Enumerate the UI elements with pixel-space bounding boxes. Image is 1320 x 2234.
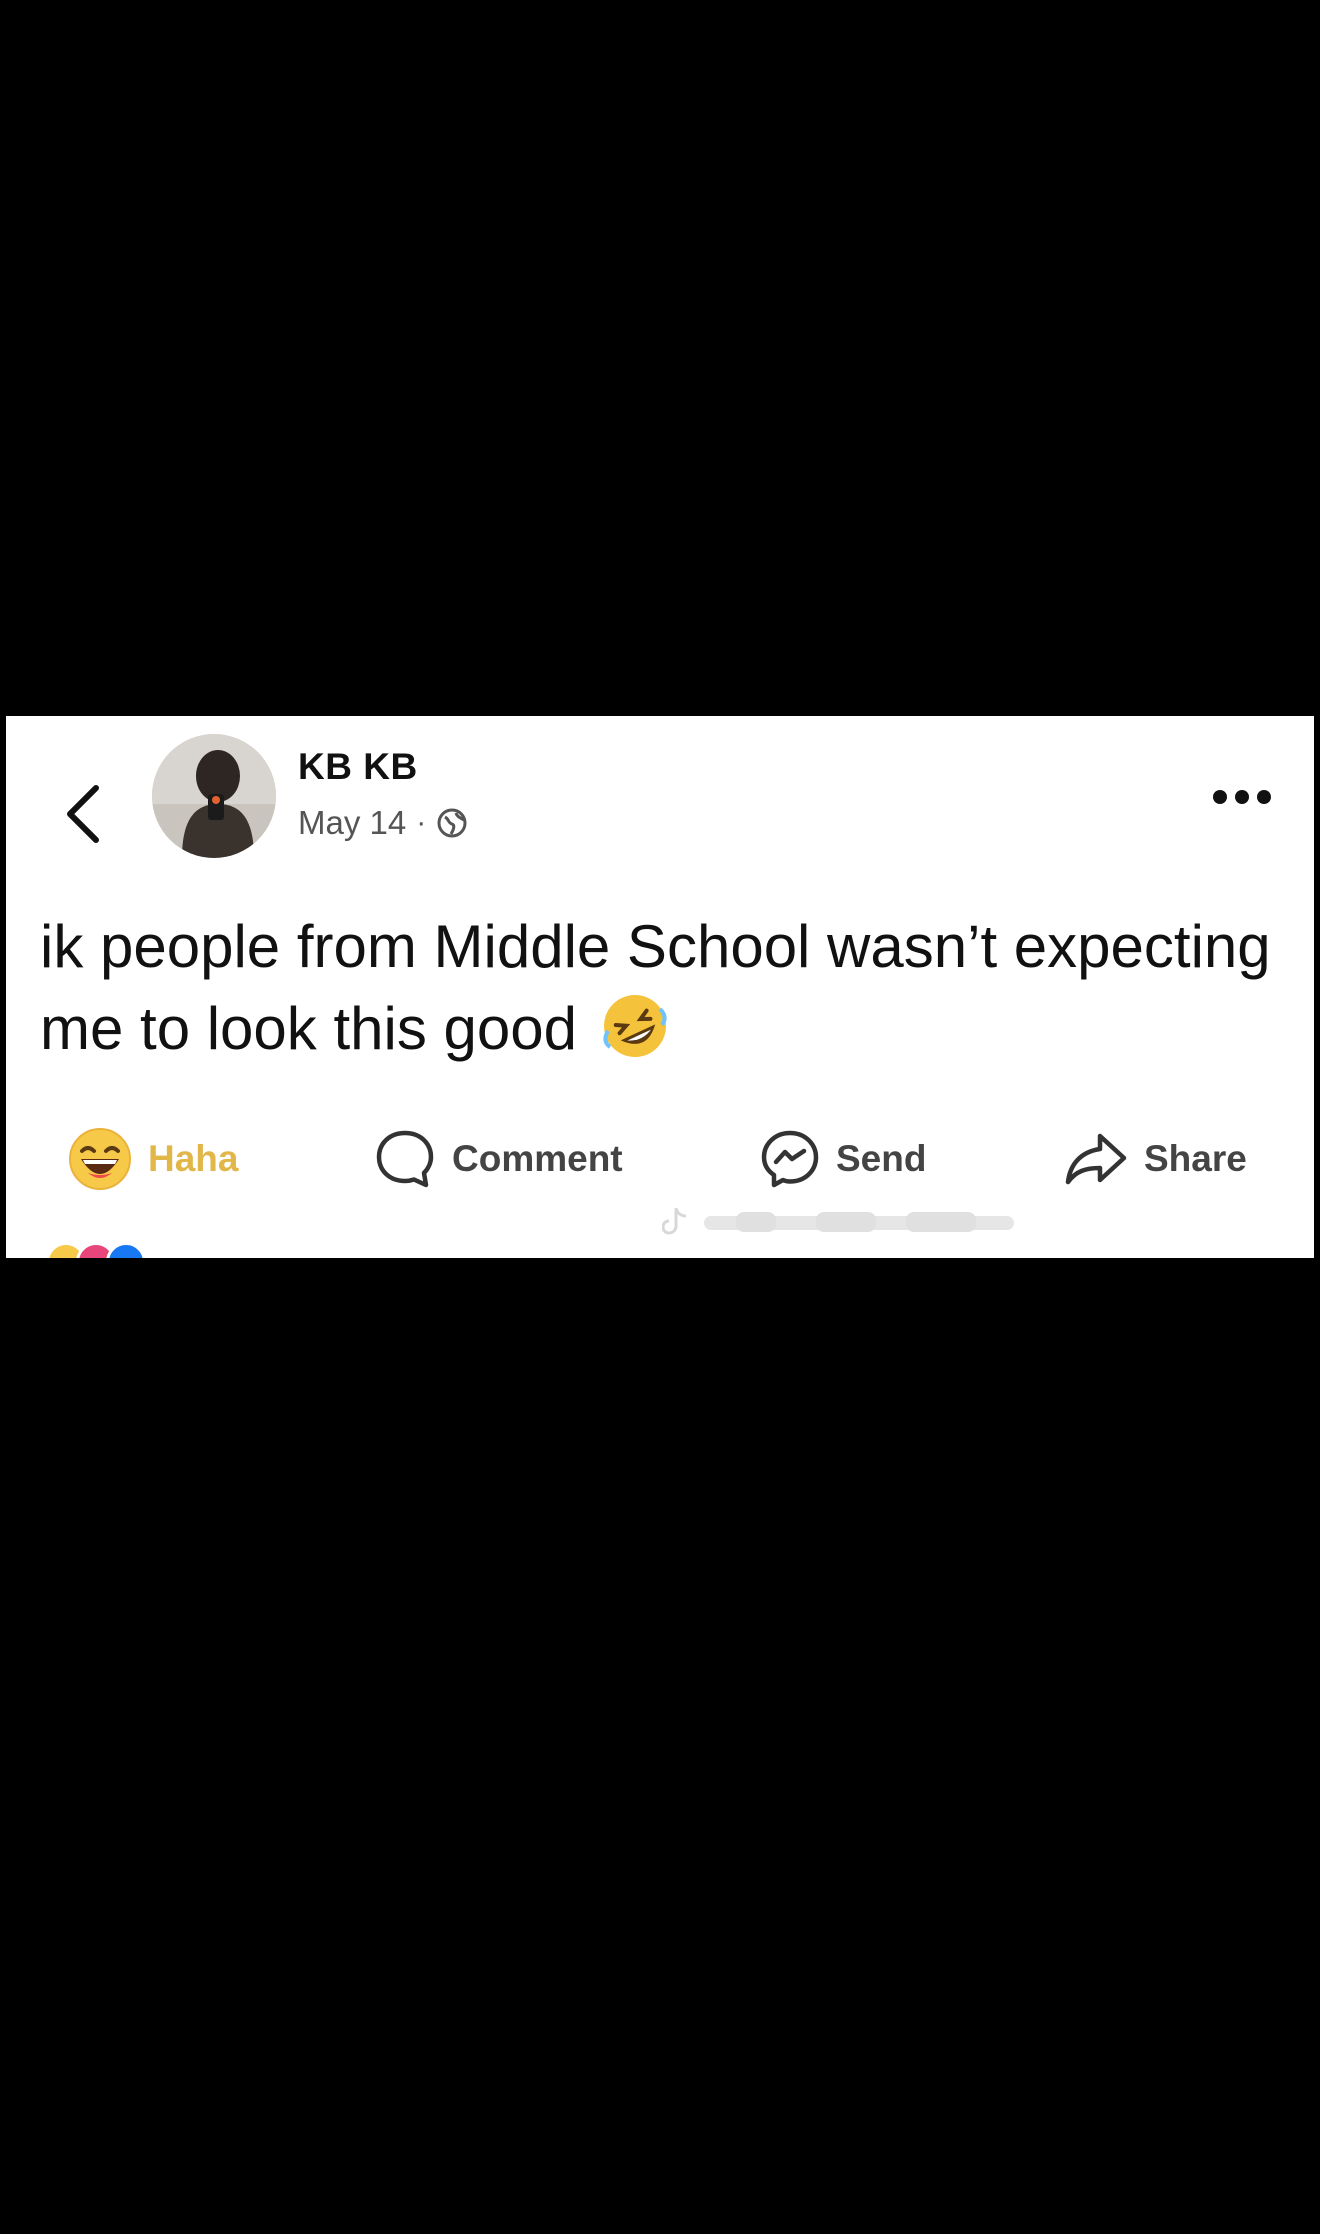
watermark-logo	[661, 1206, 1026, 1244]
comment-bubble-icon	[376, 1130, 434, 1188]
action-bar: Haha Comment Send Share	[6, 1114, 1314, 1204]
share-arrow-icon	[1065, 1133, 1127, 1185]
haha-emoji-icon	[69, 1128, 131, 1190]
chevron-left-icon	[67, 785, 99, 843]
share-button[interactable]: Share	[1064, 1114, 1247, 1204]
comment-button[interactable]: Comment	[374, 1114, 623, 1204]
post-card: KB KB May 14 · ik people from Middle Sch…	[6, 716, 1314, 1258]
more-dots-icon	[1213, 790, 1271, 804]
tiktok-icon	[661, 1207, 687, 1235]
like-small-icon	[106, 1242, 146, 1258]
screen: KB KB May 14 · ik people from Middle Sch…	[0, 0, 1320, 2234]
haha-reaction-button[interactable]: Haha	[68, 1114, 238, 1204]
more-options-button[interactable]	[1202, 772, 1282, 822]
reaction-summary-icons[interactable]	[46, 1242, 226, 1258]
post-date[interactable]: May 14	[298, 804, 406, 842]
avatar[interactable]	[152, 734, 276, 858]
share-label: Share	[1144, 1138, 1247, 1179]
author-name[interactable]: KB KB	[298, 746, 418, 788]
profile-photo	[152, 734, 276, 858]
rolling-on-floor-laughing-emoji	[603, 995, 667, 1057]
back-button[interactable]	[52, 774, 112, 854]
meta-separator: ·	[416, 806, 427, 839]
globe-icon	[437, 808, 467, 838]
haha-label: Haha	[148, 1138, 239, 1179]
smudged-handle-text	[704, 1212, 1015, 1232]
messenger-icon	[761, 1130, 819, 1188]
comment-label: Comment	[452, 1138, 623, 1179]
post-meta: May 14 ·	[298, 804, 468, 842]
post-text: ik people from Middle School wasn’t expe…	[40, 906, 1280, 1070]
send-button[interactable]: Send	[760, 1114, 926, 1204]
send-label: Send	[836, 1138, 927, 1179]
